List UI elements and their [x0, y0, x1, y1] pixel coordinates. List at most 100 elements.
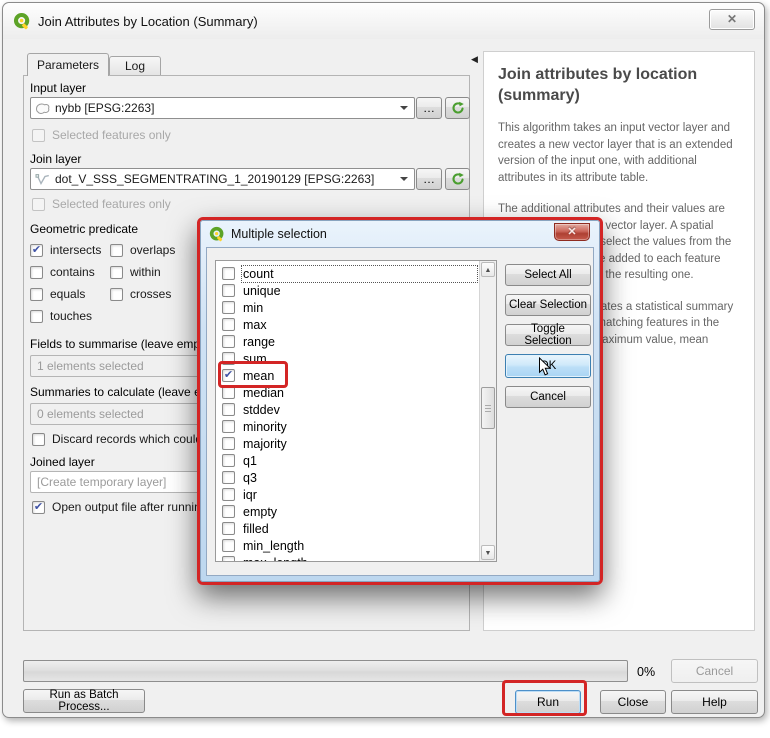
checkbox-icon — [32, 198, 45, 211]
dialog-title: Multiple selection — [231, 227, 327, 241]
list-item-max_length[interactable]: max_length — [218, 554, 476, 562]
checkbox-icon: ✔ — [222, 369, 235, 382]
predicate-within[interactable]: within — [110, 265, 175, 279]
scroll-down-icon[interactable]: ▼ — [481, 545, 495, 560]
scroll-up-icon[interactable]: ▲ — [481, 262, 495, 277]
dialog-client-area: countuniqueminmaxrangesum✔meanmedianstdd… — [206, 247, 594, 576]
checkbox-icon: ✔ — [32, 501, 45, 514]
join-layer-browse-button[interactable]: … — [416, 168, 442, 190]
toggle-selection-button[interactable]: Toggle Selection — [505, 324, 591, 346]
checkbox-icon — [222, 454, 235, 467]
list-item-stddev[interactable]: stddev — [218, 401, 476, 418]
checkbox-icon — [110, 288, 123, 301]
progress-percent: 0% — [637, 665, 655, 679]
input-layer-browse-button[interactable]: … — [416, 97, 442, 119]
predicate-crosses[interactable]: crosses — [110, 287, 175, 301]
list-item-majority[interactable]: majority — [218, 435, 476, 452]
list-item-unique[interactable]: unique — [218, 282, 476, 299]
checkbox-icon — [222, 386, 235, 399]
predicate-contains[interactable]: contains — [30, 265, 110, 279]
annotation-box-dialog: Multiple selection ✕ countuniqueminmaxra… — [197, 217, 603, 585]
input-layer-refresh-button[interactable] — [445, 97, 470, 119]
refresh-icon — [451, 172, 465, 186]
list-item-mean[interactable]: ✔mean — [218, 367, 476, 384]
run-button[interactable]: Run — [515, 690, 581, 714]
predicate-overlaps[interactable]: overlaps — [110, 243, 175, 257]
close-icon: ✕ — [567, 226, 576, 238]
run-batch-button[interactable]: Run as Batch Process... — [23, 689, 145, 713]
checkbox-icon — [222, 420, 235, 433]
list-item-range[interactable]: range — [218, 333, 476, 350]
polygon-layer-icon — [35, 102, 51, 115]
checkbox-icon — [222, 301, 235, 314]
tab-parameters[interactable]: Parameters — [27, 53, 109, 76]
checkbox-icon — [32, 129, 45, 142]
select-all-button[interactable]: Select All — [505, 264, 591, 286]
checkbox-icon — [222, 488, 235, 501]
cancel-button[interactable]: Cancel — [671, 659, 758, 683]
input-layer-value: nybb [EPSG:2263] — [55, 101, 154, 115]
chevron-down-icon — [400, 177, 408, 181]
list-scrollbar[interactable]: ▲ ▼ — [479, 261, 496, 561]
close-button[interactable]: Close — [600, 690, 666, 714]
modal-cancel-button[interactable]: Cancel — [505, 386, 591, 408]
checkbox-icon — [222, 284, 235, 297]
geometric-predicate-label: Geometric predicate — [30, 222, 138, 236]
joined-layer-label: Joined layer — [30, 455, 95, 469]
checkbox-icon — [222, 522, 235, 535]
chevron-down-icon — [400, 106, 408, 110]
scrollbar-thumb[interactable] — [481, 387, 495, 429]
list-item-min[interactable]: min — [218, 299, 476, 316]
help-button[interactable]: Help — [671, 690, 758, 714]
checkbox-icon — [110, 266, 123, 279]
list-item-q1[interactable]: q1 — [218, 452, 476, 469]
help-title: Join attributes by location (summary) — [498, 64, 740, 106]
list-item-minority[interactable]: minority — [218, 418, 476, 435]
list-item-min_length[interactable]: min_length — [218, 537, 476, 554]
checkbox-icon — [222, 352, 235, 365]
window-title: Join Attributes by Location (Summary) — [38, 14, 258, 29]
list-item-sum[interactable]: sum — [218, 350, 476, 367]
statistics-list: countuniqueminmaxrangesum✔meanmedianstdd… — [215, 260, 497, 562]
list-item-filled[interactable]: filled — [218, 520, 476, 537]
checkbox-icon — [222, 335, 235, 348]
checkbox-icon — [110, 244, 123, 257]
geometric-predicate-grid: ✔intersectsoverlapscontainswithinequalsc… — [30, 243, 175, 323]
titlebar: Join Attributes by Location (Summary) — [3, 3, 764, 39]
checkbox-icon — [32, 433, 45, 446]
join-layer-label: Join layer — [30, 152, 81, 166]
mouse-cursor — [538, 357, 552, 377]
list-item-count[interactable]: count — [218, 265, 476, 282]
input-layer-combo[interactable]: nybb [EPSG:2263] — [30, 97, 415, 119]
predicate-touches[interactable]: touches — [30, 309, 110, 323]
collapse-help-arrow-icon[interactable]: ◀ — [471, 54, 478, 65]
clear-selection-button[interactable]: Clear Selection — [505, 294, 591, 316]
list-item-iqr[interactable]: iqr — [218, 486, 476, 503]
tab-log[interactable]: Log — [109, 56, 161, 76]
list-item-max[interactable]: max — [218, 316, 476, 333]
checkbox-icon — [222, 403, 235, 416]
line-layer-icon — [35, 173, 51, 186]
input-selected-features-checkbox[interactable]: Selected features only — [32, 128, 171, 142]
list-item-q3[interactable]: q3 — [218, 469, 476, 486]
close-icon: ✕ — [727, 12, 737, 26]
checkbox-icon — [222, 437, 235, 450]
list-item-empty[interactable]: empty — [218, 503, 476, 520]
join-layer-refresh-button[interactable] — [445, 168, 470, 190]
multiple-selection-dialog: Multiple selection ✕ countuniqueminmaxra… — [200, 220, 600, 582]
checkbox-icon — [30, 266, 43, 279]
checkbox-icon — [30, 310, 43, 323]
window-close-button[interactable]: ✕ — [709, 9, 755, 30]
predicate-intersects[interactable]: ✔intersects — [30, 243, 110, 257]
join-layer-combo[interactable]: dot_V_SSS_SEGMENTRATING_1_20190129 [EPSG… — [30, 168, 415, 190]
refresh-icon — [451, 101, 465, 115]
checkbox-icon — [222, 539, 235, 552]
progress-bar — [23, 660, 628, 682]
dialog-titlebar: Multiple selection — [201, 221, 599, 247]
list-item-median[interactable]: median — [218, 384, 476, 401]
join-selected-features-checkbox[interactable]: Selected features only — [32, 197, 171, 211]
checkbox-icon — [30, 288, 43, 301]
thumb-grip — [485, 405, 491, 413]
predicate-equals[interactable]: equals — [30, 287, 110, 301]
dialog-close-button[interactable]: ✕ — [554, 223, 590, 241]
